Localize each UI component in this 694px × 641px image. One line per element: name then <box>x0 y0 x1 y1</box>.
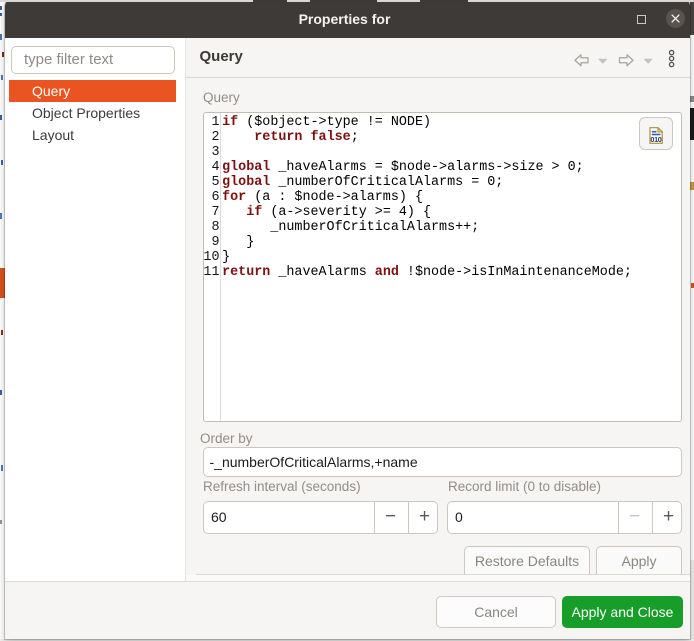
svg-text:010: 010 <box>650 135 661 144</box>
